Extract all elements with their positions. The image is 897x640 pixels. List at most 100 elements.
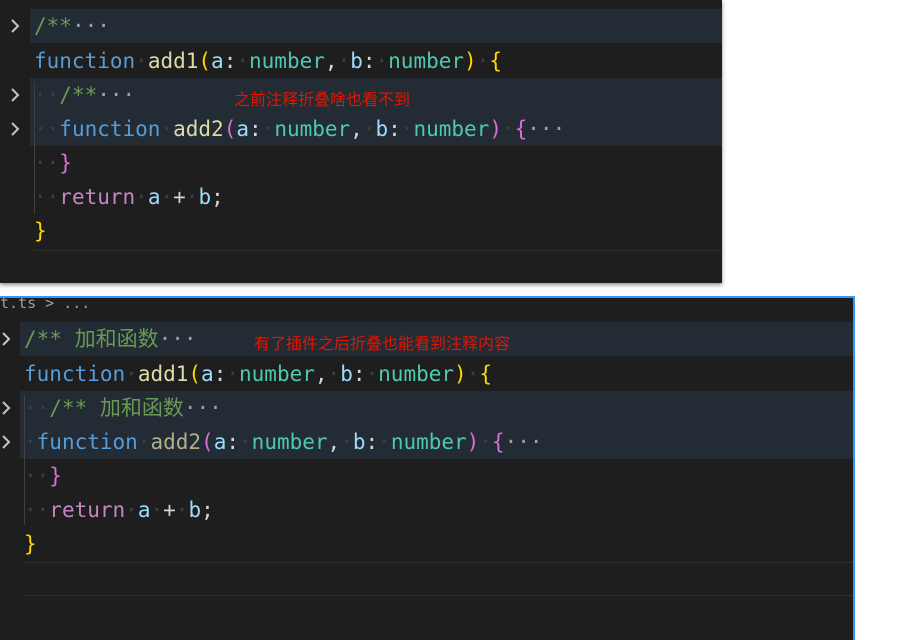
brace-token: } (24, 532, 37, 556)
fold-chevron-right-icon[interactable] (0, 391, 21, 425)
fold-chevron-right-icon[interactable] (0, 112, 30, 146)
semicolon-token: ; (201, 498, 214, 522)
type-token: number (274, 117, 351, 141)
function-name-token: add2 (150, 430, 202, 454)
semicolon-token: ; (211, 185, 224, 209)
keyword-token: function (34, 49, 136, 73)
brace-token: { (489, 49, 502, 73)
code-line-close-brace[interactable]: } (34, 214, 47, 248)
fold-ellipsis[interactable]: ··· (527, 117, 565, 141)
paren-token: ( (188, 362, 202, 386)
fold-chevron-right-icon[interactable] (0, 425, 21, 459)
brace-token: } (59, 151, 72, 175)
brace-token: } (49, 464, 62, 488)
comment-token: /** 加和函数 (24, 327, 159, 351)
folded-region-highlight (30, 9, 722, 43)
fold-ellipsis[interactable]: ··· (72, 14, 110, 38)
operator-token: + (163, 498, 176, 522)
paren-token: ) (454, 362, 467, 386)
param-token: b (188, 498, 202, 522)
fold-chevron-right-icon[interactable] (0, 322, 21, 356)
code-line-folded-comment[interactable]: /** 加和函数··· (24, 322, 197, 356)
param-token: b (340, 362, 353, 386)
brace-token: } (34, 219, 47, 243)
editor-panel-after: t.ts > ... /** 加和函数··· 有了插件之后折叠也能看到注释内容 … (0, 296, 855, 640)
fold-ellipsis[interactable]: ··· (505, 430, 543, 454)
comment-token: /** 加和函数 (49, 396, 184, 420)
colon-token: : (223, 49, 237, 73)
function-name-token: add2 (173, 117, 224, 141)
paren-token: ( (198, 49, 212, 73)
keyword-token: return (59, 185, 136, 209)
param-token: b (350, 49, 363, 73)
comma-token: , (327, 430, 341, 454)
colon-token: : (249, 117, 262, 141)
current-line-highlight (24, 562, 853, 596)
breadcrumb[interactable]: t.ts > ... (0, 298, 90, 312)
param-token: b (375, 117, 389, 141)
keyword-token: function (36, 430, 138, 454)
annotation-note: 之前注释折叠啥也看不到 (234, 90, 411, 109)
paren-token: ) (466, 430, 480, 454)
code-line-folded-comment[interactable]: ··/**··· (34, 78, 135, 112)
code-line-close-brace[interactable]: } (24, 527, 37, 561)
fold-ellipsis[interactable]: ··· (97, 83, 135, 107)
keyword-token: return (49, 498, 126, 522)
editor-panel-before: /**··· function·add1(a:·number,·b:·numbe… (0, 0, 722, 283)
code-line-function-add1[interactable]: function·add1(a:·number,·b:·number)·{ (24, 357, 492, 391)
brace-token: { (514, 117, 528, 141)
paren-token: ( (223, 117, 237, 141)
code-line-function-add1[interactable]: function·add1(a:·number,·b:·number)·{ (34, 44, 502, 78)
fold-ellipsis[interactable]: ··· (184, 396, 222, 420)
keyword-token: function (59, 117, 161, 141)
param-token: b (198, 185, 212, 209)
operator-token: + (173, 185, 186, 209)
type-token: number (390, 430, 467, 454)
type-token: number (413, 117, 490, 141)
comma-token: , (314, 362, 328, 386)
param-token: a (147, 185, 161, 209)
comment-token: /** (59, 83, 98, 107)
colon-token: : (362, 49, 376, 73)
code-line-function-add2[interactable]: ··function·add2(a:·number,·b:·number)·{·… (34, 112, 565, 146)
brace-token: { (479, 362, 492, 386)
param-token: a (201, 362, 214, 386)
comment-token: /** (34, 14, 72, 38)
colon-token: : (365, 430, 379, 454)
code-line-close-brace[interactable]: ··} (24, 459, 62, 493)
colon-token: : (352, 362, 366, 386)
code-line-return[interactable]: ··return·a·+·b; (34, 180, 224, 214)
paren-token: ) (489, 117, 502, 141)
comma-token: , (350, 117, 363, 141)
type-token: number (251, 430, 328, 454)
paren-token: ) (464, 49, 477, 73)
param-token: a (213, 430, 227, 454)
function-name-token: add1 (147, 49, 199, 73)
current-line-highlight (34, 250, 722, 283)
param-token: a (211, 49, 224, 73)
annotation-note: 有了插件之后折叠也能看到注释内容 (254, 334, 511, 353)
code-line-close-brace[interactable]: ··} (34, 146, 72, 180)
code-line-return[interactable]: ··return·a·+·b; (24, 493, 214, 527)
colon-token: : (388, 117, 401, 141)
fold-chevron-right-icon[interactable] (0, 78, 30, 112)
param-token: a (236, 117, 249, 141)
code-line-folded-comment[interactable]: ··/** 加和函数··· (24, 391, 222, 425)
param-token: a (137, 498, 151, 522)
fold-chevron-right-icon[interactable] (0, 9, 30, 43)
type-token: number (239, 362, 315, 386)
param-token: b (352, 430, 366, 454)
type-token: number (378, 362, 455, 386)
type-token: number (388, 49, 465, 73)
paren-token: ( (201, 430, 214, 454)
colon-token: : (213, 362, 227, 386)
function-name-token: add1 (137, 362, 189, 386)
code-line-function-add2[interactable]: ·function·add2(a:·number,·b:·number)·{··… (24, 425, 543, 459)
type-token: number (249, 49, 325, 73)
brace-token: { (491, 430, 505, 454)
fold-ellipsis[interactable]: ··· (159, 327, 197, 351)
colon-token: : (226, 430, 240, 454)
comma-token: , (324, 49, 338, 73)
keyword-token: function (24, 362, 126, 386)
code-line-folded-comment[interactable]: /**··· (34, 9, 110, 43)
